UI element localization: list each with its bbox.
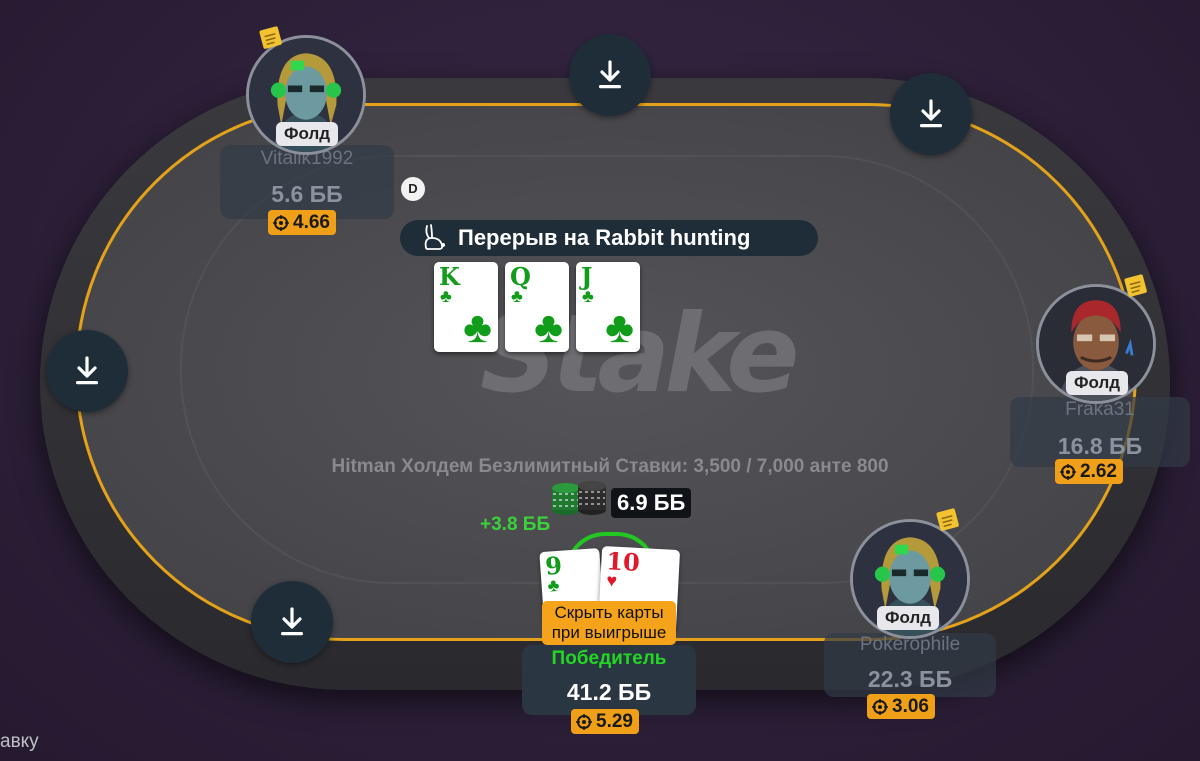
status-fold: Фолд xyxy=(276,122,339,146)
player-info-pokerophile: Pokerophile 22.3 ББ xyxy=(824,633,996,697)
table-info: Hitman Холдем Безлимитный Ставки: 3,500 … xyxy=(331,456,889,477)
rabbit-icon xyxy=(424,224,445,250)
player-info-fraka: Fraka31 16.8 ББ xyxy=(1010,397,1190,467)
sit-button-bottom-left[interactable] xyxy=(251,581,333,663)
note-icon[interactable] xyxy=(258,24,284,50)
card-suit-small: ♣ xyxy=(511,286,523,306)
card-suit-large: ♣ xyxy=(534,303,563,352)
card-suit-small: ♣ xyxy=(440,286,452,306)
download-icon xyxy=(920,99,942,128)
player-stack: 22.3 ББ xyxy=(867,666,953,692)
badge-value: 2.62 xyxy=(1080,461,1117,482)
status-fold: Фолд xyxy=(1066,371,1129,395)
card-suit-large: ♣ xyxy=(463,303,492,352)
status-fold: Фолд xyxy=(877,606,940,630)
player-stack: 16.8 ББ xyxy=(1057,433,1143,459)
hero-stack: 41.2 ББ xyxy=(566,679,652,705)
target-icon xyxy=(576,713,592,730)
note-icon[interactable] xyxy=(935,506,961,532)
hero-info: Победитель 41.2 ББ xyxy=(522,645,696,715)
card-suit-small: ♣ xyxy=(546,574,561,596)
card-suit-small: ♥ xyxy=(605,570,618,591)
hero-badge: 5.29 xyxy=(571,709,639,734)
target-icon xyxy=(872,698,888,715)
sit-button-top-right[interactable] xyxy=(890,73,972,155)
sit-button-left[interactable] xyxy=(46,330,128,412)
break-text: Перерыв на Rabbit hunting xyxy=(458,225,751,250)
player-badge: 4.66 xyxy=(268,210,336,235)
dealer-button: D xyxy=(401,177,425,201)
pot-amount: 6.9 ББ xyxy=(611,488,692,518)
sit-button-top[interactable] xyxy=(569,34,651,116)
board-card: K ♣ ♣ xyxy=(434,262,498,352)
download-icon xyxy=(599,60,621,89)
badge-value: 4.66 xyxy=(293,212,330,233)
player-badge: 2.62 xyxy=(1055,459,1123,484)
badge-value: 3.06 xyxy=(892,696,929,717)
badge-value: 5.29 xyxy=(596,711,633,732)
board-card: J ♣ ♣ xyxy=(576,262,640,352)
download-icon xyxy=(281,607,303,636)
board-card: Q ♣ ♣ xyxy=(505,262,569,352)
card-suit-large: ♣ xyxy=(605,303,634,352)
win-amount: +3.8 ББ xyxy=(480,514,551,535)
player-info-vitalik: Vitalik1992 5.6 ББ xyxy=(220,145,394,219)
target-icon xyxy=(273,214,289,231)
winner-label: Победитель xyxy=(551,648,667,669)
player-badge: 3.06 xyxy=(867,694,935,719)
card-suit-small: ♣ xyxy=(582,286,594,306)
break-banner: Перерыв на Rabbit hunting xyxy=(400,220,818,256)
player-stack: 5.6 ББ xyxy=(271,181,343,207)
note-icon[interactable] xyxy=(1123,272,1149,298)
download-icon xyxy=(76,356,98,385)
corner-text[interactable]: авку xyxy=(0,731,39,753)
hide-cards-button[interactable]: Скрыть карты при выигрыше xyxy=(542,601,676,645)
target-icon xyxy=(1060,463,1076,480)
chips-icon xyxy=(552,481,606,515)
